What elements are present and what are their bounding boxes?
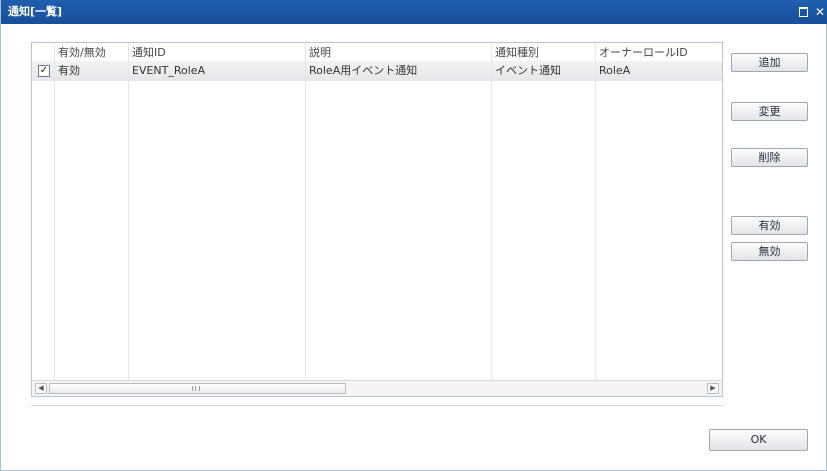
divider bbox=[31, 405, 723, 406]
column-header-status[interactable]: 有効/無効 bbox=[58, 46, 106, 60]
column-divider[interactable] bbox=[595, 43, 596, 380]
scroll-left-icon[interactable]: ◀ bbox=[35, 383, 47, 394]
ok-button[interactable]: OK bbox=[709, 429, 808, 451]
column-header-notification-id[interactable]: 通知ID bbox=[132, 46, 166, 60]
table-row[interactable]: ✓ 有効 EVENT_RoleA RoleA用イベント通知 イベント通知 Rol… bbox=[32, 61, 722, 81]
column-divider[interactable] bbox=[54, 43, 55, 380]
column-header-type[interactable]: 通知種別 bbox=[495, 46, 539, 60]
grip-icon bbox=[192, 386, 200, 391]
change-button[interactable]: 変更 bbox=[731, 102, 808, 121]
column-divider[interactable] bbox=[128, 43, 129, 380]
notification-table: 有効/無効 通知ID 説明 通知種別 オーナーロールID ✓ 有効 EVENT_… bbox=[31, 42, 723, 397]
horizontal-scrollbar[interactable]: ◀ ▶ bbox=[32, 380, 722, 396]
cell-owner-role-id: RoleA bbox=[599, 64, 631, 77]
cell-status: 有効 bbox=[58, 64, 80, 77]
scroll-right-icon[interactable]: ▶ bbox=[707, 383, 719, 394]
row-checkbox[interactable]: ✓ bbox=[38, 65, 50, 77]
cell-description: RoleA用イベント通知 bbox=[309, 64, 418, 77]
cell-notification-id: EVENT_RoleA bbox=[132, 64, 206, 77]
close-icon[interactable]: ✕ bbox=[813, 5, 827, 19]
column-header-owner-role-id[interactable]: オーナーロールID bbox=[599, 46, 688, 60]
table-header: 有効/無効 通知ID 説明 通知種別 オーナーロールID bbox=[32, 43, 722, 61]
notification-list-dialog: 通知[一覧] ✕ 有効/無効 通知ID 説明 通知種別 オーナーロールID ✓ … bbox=[0, 0, 827, 471]
add-button[interactable]: 追加 bbox=[731, 53, 808, 72]
enable-button[interactable]: 有効 bbox=[731, 216, 808, 235]
column-header-description[interactable]: 説明 bbox=[309, 46, 331, 60]
dialog-title: 通知[一覧] bbox=[8, 5, 63, 18]
dialog-titlebar[interactable]: 通知[一覧] ✕ bbox=[1, 0, 827, 24]
column-divider[interactable] bbox=[305, 43, 306, 380]
column-divider[interactable] bbox=[491, 43, 492, 380]
maximize-icon[interactable] bbox=[797, 5, 809, 19]
scrollbar-thumb[interactable] bbox=[49, 383, 346, 394]
cell-type: イベント通知 bbox=[495, 64, 561, 77]
delete-button[interactable]: 削除 bbox=[731, 148, 808, 167]
disable-button[interactable]: 無効 bbox=[731, 242, 808, 261]
